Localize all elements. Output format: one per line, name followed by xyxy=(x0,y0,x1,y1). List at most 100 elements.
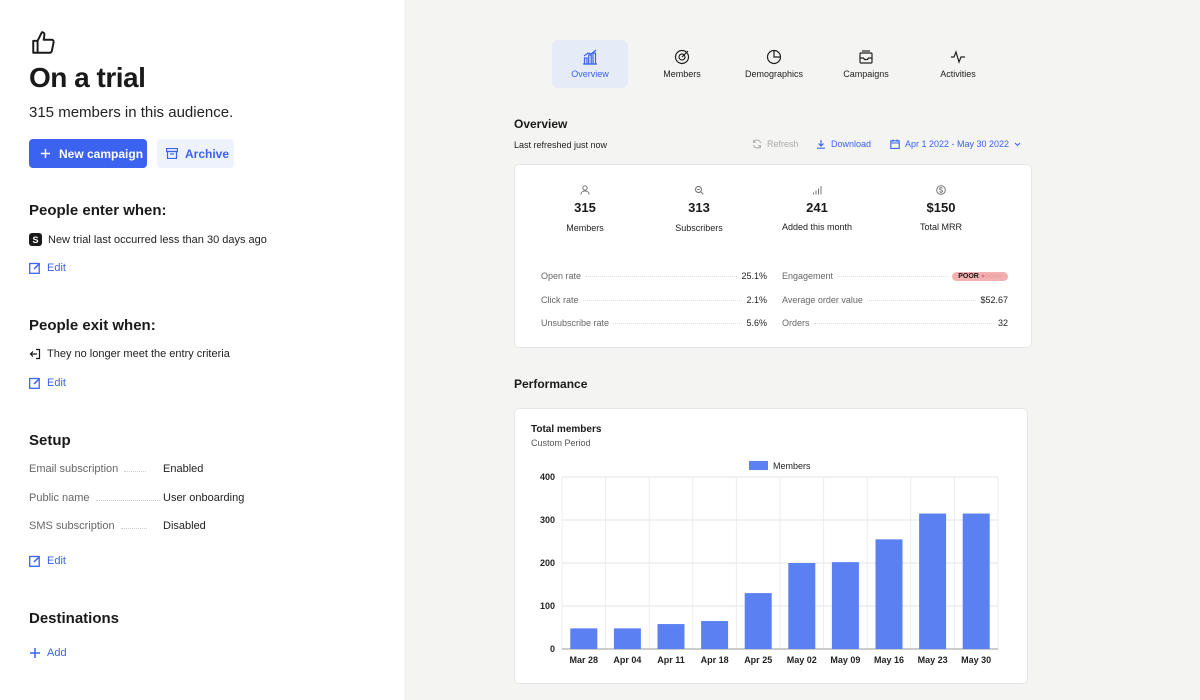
pie-chart-icon xyxy=(766,49,782,65)
members-bar-chart: 0 100 200 300 400 Mar 28 Apr 04 Apr 11 Apr 18 Apr… xyxy=(540,461,999,665)
page-title: On a trial xyxy=(29,62,146,93)
setup-key: SMS subscription xyxy=(29,520,115,532)
bar-may-30 xyxy=(962,513,990,649)
last-refreshed-text: Last refreshed just now xyxy=(514,140,608,150)
stat-label: Members xyxy=(566,223,604,233)
metric-value: 32 xyxy=(997,318,1008,328)
exit-rule: They no longer meet the entry criteria xyxy=(29,348,230,360)
stat-label: Added this month xyxy=(781,222,853,232)
refresh-icon xyxy=(753,139,761,149)
exit-edit-label: Edit xyxy=(47,377,66,389)
setup-key: Email subscription xyxy=(29,463,119,475)
x-tick-label: Mar 28 xyxy=(570,655,599,665)
leader-dots xyxy=(95,499,160,501)
x-tick-label: May 23 xyxy=(918,655,948,665)
add-destination-label: Add xyxy=(47,647,67,659)
stat-label: Subscribers xyxy=(675,223,723,233)
new-campaign-button[interactable]: New campaign xyxy=(29,139,147,168)
tab-demographics[interactable]: Demographics xyxy=(736,40,812,88)
bar-may-16 xyxy=(875,539,903,649)
bar-apr-25 xyxy=(744,593,772,649)
edit-icon xyxy=(29,262,41,274)
leader-dots xyxy=(613,322,743,324)
x-tick-label: May 30 xyxy=(961,655,991,665)
y-tick-label: 200 xyxy=(540,558,555,568)
tab-activities[interactable]: Activities xyxy=(920,40,996,88)
metric-value: $52.67 xyxy=(980,295,1008,305)
metric-value: 5.6% xyxy=(746,318,767,328)
plus-icon xyxy=(30,648,40,658)
setup-edit-link[interactable]: Edit xyxy=(29,555,66,567)
leader-dots xyxy=(585,275,738,277)
performance-card: Total members Custom Period 0 100 200 300 40… xyxy=(514,408,1028,684)
x-tick-label: May 16 xyxy=(874,655,904,665)
bar-may-23 xyxy=(919,513,947,649)
inbox-icon xyxy=(859,50,873,64)
tab-label: Overview xyxy=(571,69,609,79)
dollar-icon xyxy=(936,185,946,195)
exit-edit-link[interactable]: Edit xyxy=(29,377,66,389)
metric-unsubscribe-rate: Unsubscribe rate 5.6% xyxy=(541,317,767,329)
subscriber-icon xyxy=(695,186,704,195)
target-icon xyxy=(674,49,690,65)
tab-overview[interactable]: Overview xyxy=(552,40,628,88)
x-tick-label: Apr 04 xyxy=(613,655,641,665)
segment-badge-icon: S xyxy=(29,233,42,246)
bar-may-02 xyxy=(788,563,816,649)
leader-dots xyxy=(866,299,977,301)
legend-label: Members xyxy=(773,461,811,471)
plus-icon xyxy=(40,148,51,159)
pulse-icon xyxy=(951,50,965,64)
analytics-panel: Overview Members Demographics Campaigns … xyxy=(404,0,1200,700)
metric-value: 25.1% xyxy=(741,271,767,281)
metric-click-rate: Click rate 2.1% xyxy=(541,294,767,306)
stat-added-this-month: 241 Added this month xyxy=(767,185,867,232)
bar-apr-04 xyxy=(613,628,641,649)
new-campaign-label: New campaign xyxy=(59,146,144,161)
add-destination-link[interactable]: Add xyxy=(29,647,67,659)
bar-may-09 xyxy=(831,562,859,649)
stat-label: Total MRR xyxy=(919,222,962,232)
stat-members: 315 Members xyxy=(535,185,635,233)
calendar-icon xyxy=(890,139,900,149)
setup-value: User onboarding xyxy=(163,492,245,504)
enter-rule-text: New trial last occurred less than 30 day… xyxy=(48,233,267,246)
overview-title: Overview xyxy=(514,117,568,131)
date-range-picker[interactable]: Apr 1 2022 - May 30 2022 xyxy=(890,139,1021,149)
stat-subscribers: 313 Subscribers xyxy=(649,185,749,233)
setup-row-public-name: Public name User onboarding xyxy=(29,492,259,504)
archive-button[interactable]: Archive xyxy=(157,139,234,168)
metric-orders: Orders 32 xyxy=(782,317,1008,329)
edit-icon xyxy=(29,377,41,389)
download-icon xyxy=(817,140,825,149)
refresh-button[interactable]: Refresh xyxy=(752,139,799,149)
destinations-heading: Destinations xyxy=(29,610,120,627)
engagement-badge-text: POOR xyxy=(958,272,979,280)
y-tick-label: 400 xyxy=(540,472,555,482)
user-icon xyxy=(580,185,590,195)
tab-campaigns[interactable]: Campaigns xyxy=(828,40,904,88)
exit-rule-text: They no longer meet the entry criteria xyxy=(47,348,230,360)
metric-key: Open rate xyxy=(541,271,582,281)
tab-bar: Overview Members Demographics Campaigns … xyxy=(552,40,996,88)
bar-apr-18 xyxy=(701,621,729,649)
archive-icon xyxy=(166,148,178,159)
archive-label: Archive xyxy=(185,146,230,161)
leader-dots xyxy=(582,299,743,301)
stat-value: 313 xyxy=(688,200,710,215)
tab-label: Activities xyxy=(940,69,976,79)
engagement-badge: POOR ●○○○○ xyxy=(952,271,1008,281)
enter-edit-label: Edit xyxy=(47,262,66,274)
exit-heading: People exit when: xyxy=(29,317,156,334)
enter-rule: S New trial last occurred less than 30 d… xyxy=(29,233,267,246)
setup-key: Public name xyxy=(29,492,90,504)
metric-key: Unsubscribe rate xyxy=(541,318,610,328)
download-button[interactable]: Download xyxy=(816,139,871,149)
member-count-text: 315 members in this audience. xyxy=(29,104,234,121)
leader-dots xyxy=(837,275,949,277)
date-range-label: Apr 1 2022 - May 30 2022 xyxy=(905,139,1010,149)
tab-label: Campaigns xyxy=(843,69,889,79)
enter-edit-link[interactable]: Edit xyxy=(29,262,66,274)
tab-members[interactable]: Members xyxy=(644,40,720,88)
exit-icon xyxy=(29,348,41,360)
